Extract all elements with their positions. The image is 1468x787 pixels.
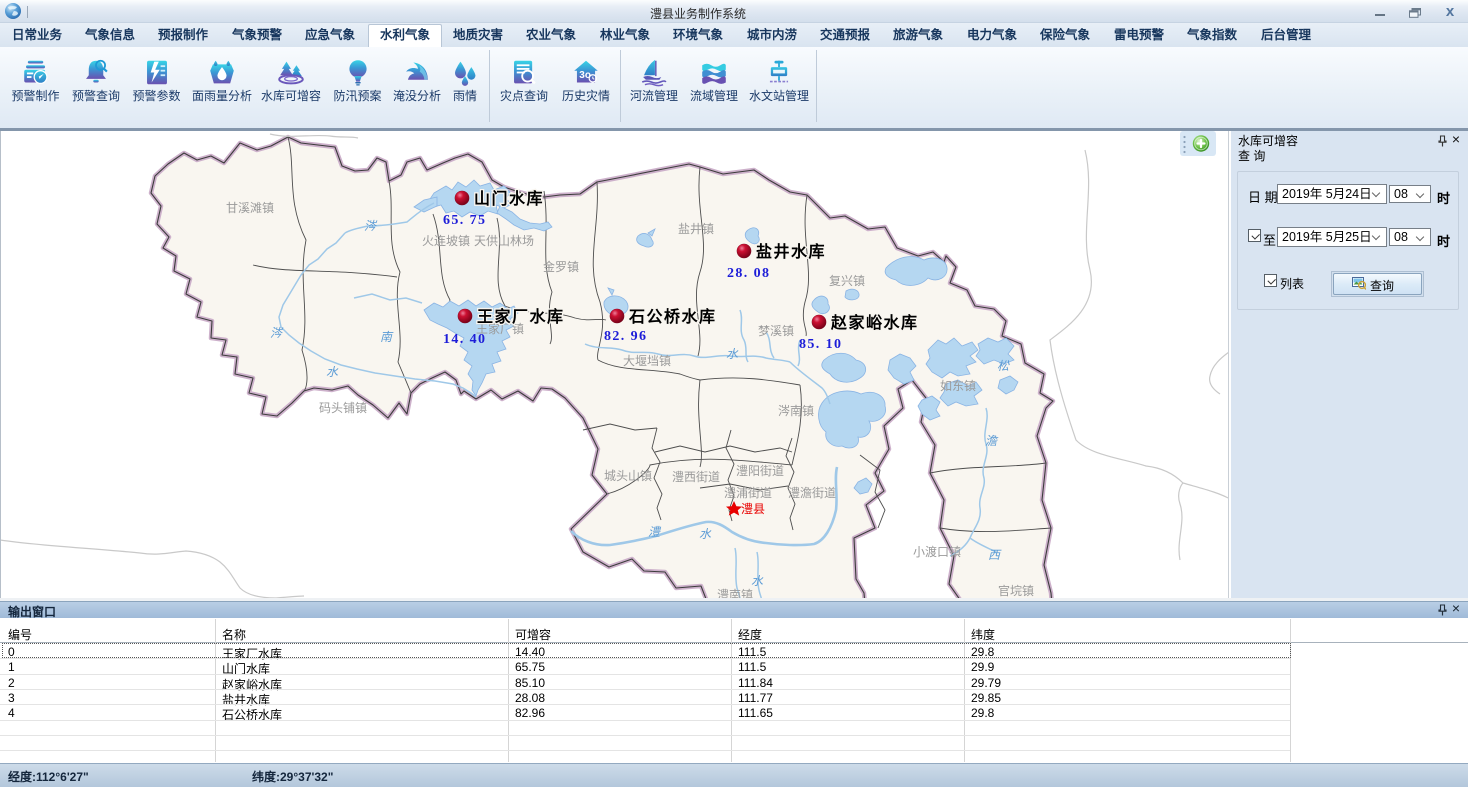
svg-text:山门水库: 山门水库 <box>474 189 544 208</box>
svg-text:82. 96: 82. 96 <box>604 329 647 344</box>
svg-text:澧西街道: 澧西街道 <box>672 470 720 484</box>
svg-text:涔: 涔 <box>364 219 378 233</box>
svg-text:水: 水 <box>699 527 712 541</box>
svg-text:涔: 涔 <box>270 326 284 340</box>
svg-text:天供山林场: 天供山林场 <box>474 234 534 248</box>
svg-text:澧县: 澧县 <box>741 502 765 516</box>
svg-text:城头山镇: 城头山镇 <box>604 469 652 483</box>
svg-text:王家厂水库: 王家厂水库 <box>477 307 565 326</box>
svg-text:28. 08: 28. 08 <box>727 266 770 281</box>
svg-text:甘溪滩镇: 甘溪滩镇 <box>226 201 274 215</box>
svg-text:盐井镇: 盐井镇 <box>678 222 714 236</box>
svg-text:码头铺镇: 码头铺镇 <box>319 401 367 415</box>
svg-text:盐井水库: 盐井水库 <box>756 242 826 261</box>
svg-text:澧阳街道: 澧阳街道 <box>736 464 784 478</box>
svg-text:水: 水 <box>751 574 764 588</box>
svg-text:水: 水 <box>726 347 739 361</box>
svg-text:官垸镇: 官垸镇 <box>998 583 1034 598</box>
svg-text:涔南镇: 涔南镇 <box>778 403 814 418</box>
svg-text:南: 南 <box>380 330 394 344</box>
svg-text:水: 水 <box>326 365 339 379</box>
svg-text:火连坡镇: 火连坡镇 <box>422 233 470 248</box>
svg-text:澧南镇: 澧南镇 <box>717 587 753 598</box>
svg-text:西: 西 <box>988 548 1002 562</box>
svg-text:澧: 澧 <box>648 525 662 539</box>
svg-text:14. 40: 14. 40 <box>443 332 486 347</box>
svg-text:梦溪镇: 梦溪镇 <box>758 324 794 338</box>
svg-text:赵家峪水库: 赵家峪水库 <box>830 313 919 332</box>
svg-text:小渡口镇: 小渡口镇 <box>913 544 961 559</box>
svg-text:澹: 澹 <box>985 434 999 448</box>
svg-text:澧澹街道: 澧澹街道 <box>788 486 836 500</box>
svg-text:石公桥水库: 石公桥水库 <box>628 307 717 326</box>
svg-text:复兴镇: 复兴镇 <box>829 274 865 288</box>
svg-text:大堰垱镇: 大堰垱镇 <box>623 354 671 368</box>
svg-text:如东镇: 如东镇 <box>940 378 976 393</box>
svg-text:澧浦街道: 澧浦街道 <box>724 486 772 500</box>
svg-text:85. 10: 85. 10 <box>799 337 842 352</box>
svg-text:金罗镇: 金罗镇 <box>543 259 579 274</box>
svg-text:松: 松 <box>997 359 1010 373</box>
svg-text:65. 75: 65. 75 <box>443 213 486 228</box>
